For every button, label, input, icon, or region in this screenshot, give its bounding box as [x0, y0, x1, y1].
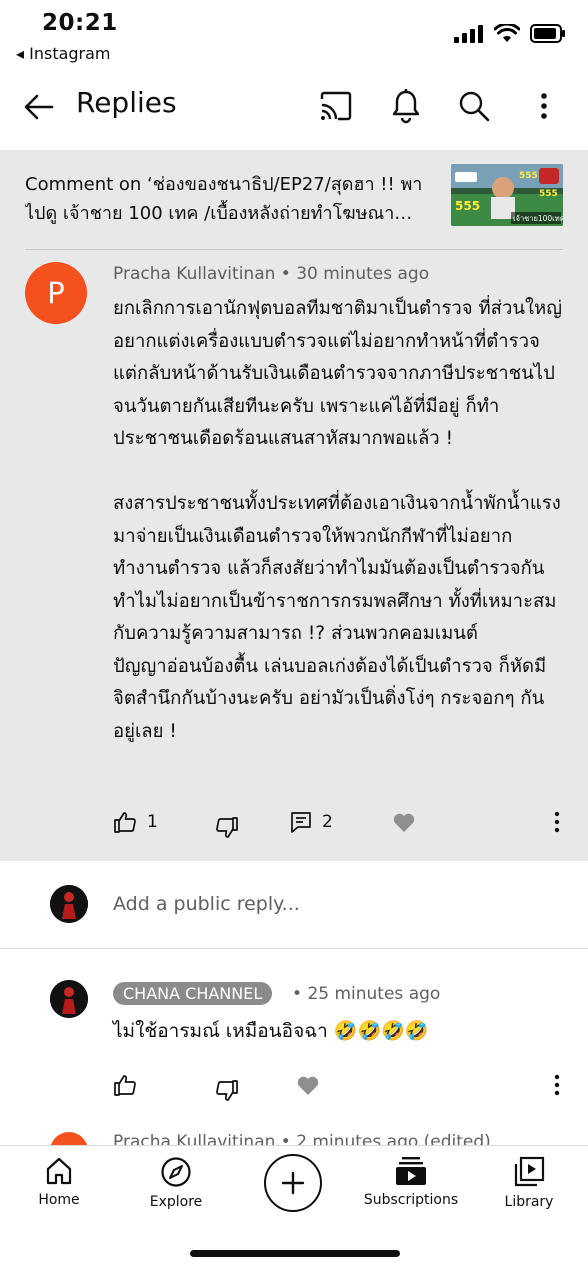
bottom-navigation: Home Explore Subscriptions Library [0, 1145, 588, 1272]
reply-count: 2 [322, 812, 333, 832]
plus-icon [281, 1171, 305, 1195]
meta-separator: • [292, 984, 303, 1004]
heart-icon [393, 813, 415, 832]
meta-separator: • [280, 264, 291, 284]
home-icon [46, 1157, 72, 1185]
next-reply-peek: Pracha Kullavitinan • 2 minutes ago (edi… [0, 1124, 588, 1145]
search-button[interactable] [454, 86, 494, 126]
thumb-badge-3: 555 [455, 199, 480, 213]
creator-badge[interactable]: CHANA CHANNEL [113, 982, 273, 1005]
comment-text: ยกเลิกการเอานักฟุตบอลทีมชาติมาเป็นตำรวจ … [113, 298, 563, 742]
arrow-left-icon [24, 94, 54, 120]
nav-explore-label: Explore [149, 1194, 203, 1210]
more-vert-icon [554, 811, 560, 833]
comment-more-button[interactable] [554, 805, 560, 839]
thumbs-down-icon [216, 1080, 238, 1101]
avatar [50, 1132, 88, 1145]
cast-icon [320, 91, 352, 121]
creator-heart-button[interactable] [296, 1068, 320, 1102]
add-reply-bar[interactable]: Add a public reply... [0, 861, 588, 949]
video-reference[interactable]: Comment on ‘ช่องของชนาธิป/EP27/สุดฮา !! … [25, 160, 563, 250]
like-count: 1 [147, 812, 158, 832]
heart-icon [297, 1076, 319, 1095]
comment-author[interactable]: Pracha Kullavitinan [113, 264, 275, 284]
comment-meta: Pracha Kullavitinan • 30 minutes ago [113, 264, 429, 284]
wifi-icon [494, 24, 520, 42]
like-button[interactable] [113, 1068, 137, 1102]
reply-more-button[interactable] [554, 1068, 560, 1102]
like-button[interactable]: 1 [113, 805, 158, 839]
signal-icon [454, 24, 483, 43]
thumbs-down-icon [216, 817, 238, 838]
subscriptions-icon [396, 1157, 426, 1185]
status-bar: 20:21 ◂ Instagram [0, 0, 588, 72]
search-icon [459, 91, 490, 122]
nav-library[interactable]: Library [474, 1156, 584, 1226]
thumb-caption: เจ้าชาย100เทค [513, 214, 563, 223]
nav-subscriptions[interactable]: Subscriptions [356, 1156, 466, 1226]
more-vert-icon [554, 1074, 560, 1096]
highlighted-comment: Comment on ‘ช่องของชนาธิป/EP27/สุดฮา !! … [0, 150, 588, 861]
dislike-button[interactable] [215, 811, 239, 845]
avatar[interactable] [50, 980, 88, 1018]
notifications-button[interactable] [386, 86, 426, 126]
nav-explore[interactable]: Explore [121, 1156, 231, 1226]
more-options-button[interactable] [524, 86, 564, 126]
back-to-app-link[interactable]: ◂ Instagram [16, 44, 111, 63]
page-title: Replies [76, 86, 177, 119]
comment-time: 30 minutes ago [296, 264, 430, 284]
thumb-badge-2: 555 [539, 189, 558, 199]
compass-icon [161, 1157, 191, 1187]
library-icon [514, 1156, 545, 1187]
video-reference-text: Comment on ‘ช่องของชนาธิป/EP27/สุดฮา !! … [25, 174, 423, 224]
reply-meta: • 25 minutes ago [292, 984, 440, 1004]
reply-item: CHANA CHANNEL • 25 minutes ago ไม่ใช้อาร… [0, 950, 588, 1145]
app-bar: Replies [0, 72, 588, 150]
bell-icon [392, 89, 420, 124]
back-button[interactable] [20, 88, 58, 126]
reply-time: 25 minutes ago [307, 984, 441, 1004]
dislike-button[interactable] [215, 1074, 239, 1108]
nav-subscriptions-label: Subscriptions [363, 1192, 459, 1208]
home-indicator [190, 1250, 400, 1257]
create-button[interactable] [264, 1154, 322, 1212]
video-thumbnail[interactable]: 555 555 555 เจ้าชาย100เทค [451, 164, 563, 226]
reply-text: ไม่ใช้อารมณ์ เหมือนอิจฉา 🤣🤣🤣🤣 [113, 1020, 429, 1042]
thumb-badge-1: 555 [519, 171, 538, 181]
creator-heart-button[interactable] [392, 805, 416, 839]
avatar[interactable]: P [25, 262, 87, 324]
nav-home[interactable]: Home [4, 1156, 114, 1226]
nav-home-label: Home [38, 1192, 80, 1208]
user-avatar [50, 885, 88, 923]
more-vert-icon [541, 93, 547, 119]
status-time: 20:21 [42, 10, 118, 36]
battery-icon [530, 24, 565, 43]
replies-button[interactable]: 2 [290, 805, 333, 839]
cast-button[interactable] [316, 86, 356, 126]
thumbs-up-icon [114, 1075, 136, 1096]
comment-icon [291, 812, 311, 833]
next-reply-meta: Pracha Kullavitinan • 2 minutes ago (edi… [113, 1132, 491, 1145]
nav-library-label: Library [504, 1194, 554, 1210]
thumbs-up-icon [114, 812, 136, 833]
status-icons [454, 24, 566, 43]
reply-input[interactable]: Add a public reply... [113, 893, 300, 915]
